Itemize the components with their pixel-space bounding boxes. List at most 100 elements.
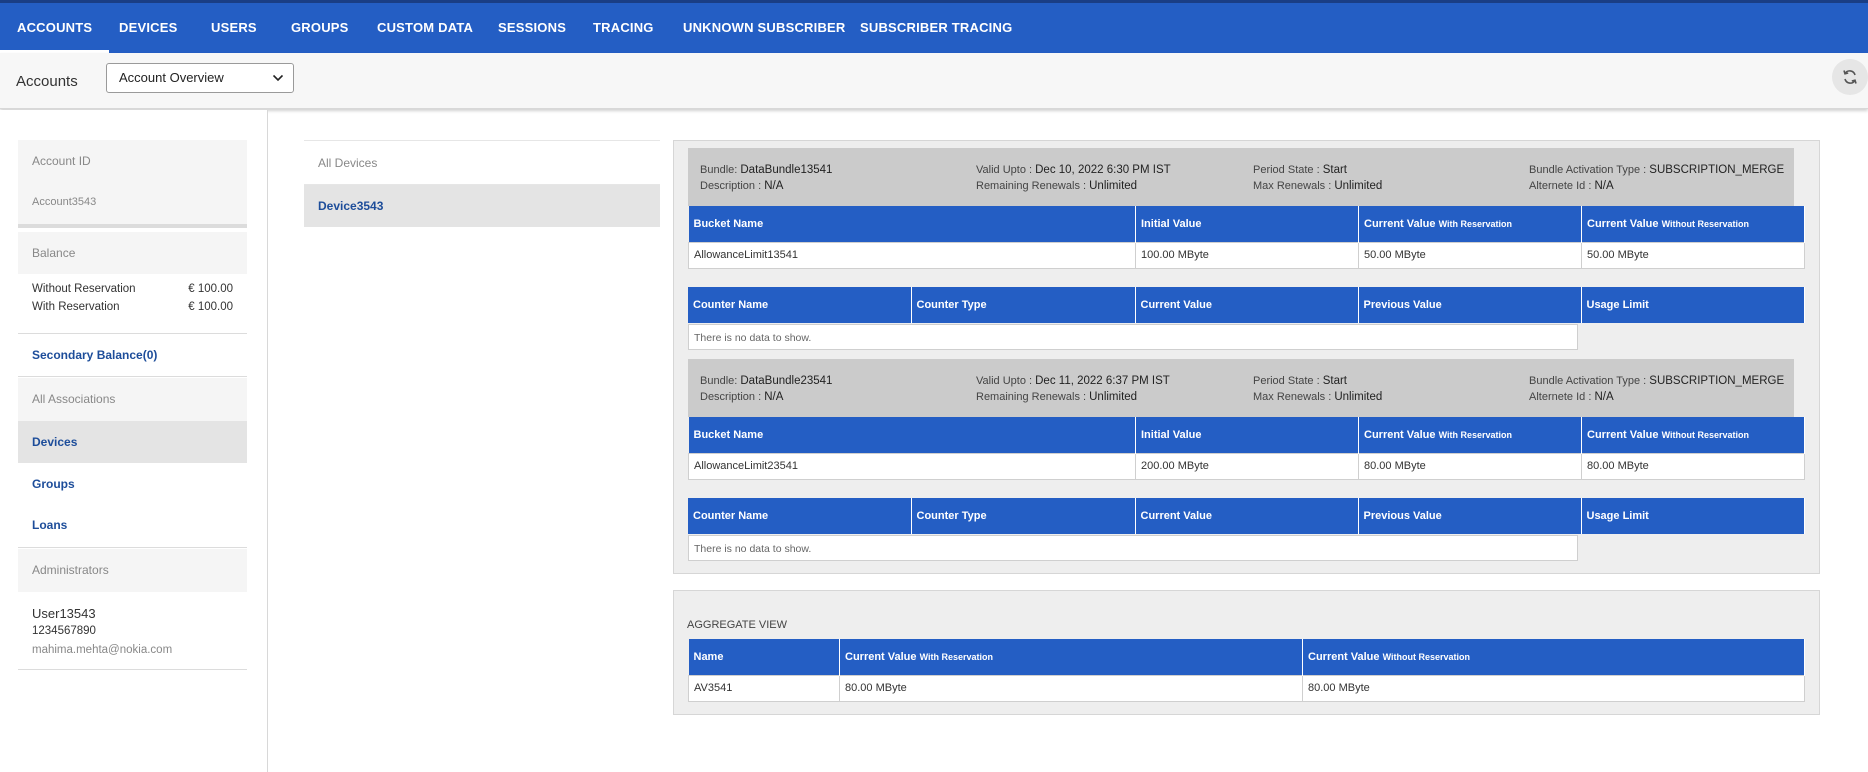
current-with-res: 50.00 MByte xyxy=(1358,241,1582,269)
table-row: AllowanceLimit13541 100.00 MByte 50.00 M… xyxy=(688,241,1805,269)
bundle-label: Bundle: xyxy=(700,164,738,176)
alternate-id-value: N/A xyxy=(1594,180,1614,192)
valid-upto-label: Valid Upto : xyxy=(976,164,1033,176)
initial-value: 100.00 MByte xyxy=(1135,241,1359,269)
bundle-info: Bundle: DataBundle23541 Description : N/A… xyxy=(688,359,1794,417)
initial-value: 200.00 MByte xyxy=(1135,452,1359,480)
tab-devices[interactable]: DEVICES xyxy=(102,3,194,53)
bucket-name: AllowanceLimit13541 xyxy=(688,241,1136,269)
current-without-res-header: Current Value Without Reservation xyxy=(1581,417,1805,453)
tab-custom-data[interactable]: CUSTOM DATA xyxy=(360,3,490,53)
account-id-label: Account ID xyxy=(32,154,91,168)
max-renewals-label: Max Renewals : xyxy=(1253,391,1332,403)
balance-label: Balance xyxy=(18,232,247,274)
tab-sessions[interactable]: SESSIONS xyxy=(481,3,583,53)
bundle-name: DataBundle23541 xyxy=(740,375,833,387)
current-without-res-header: Current Value Without Reservation xyxy=(1581,206,1805,242)
without-reservation-label: Without Reservation xyxy=(32,283,136,295)
counter-current-header: Current Value xyxy=(1135,287,1359,323)
tab-tracing[interactable]: TRACING xyxy=(576,3,671,53)
current-with-res: 80.00 MByte xyxy=(1358,452,1582,480)
tab-accounts[interactable]: ACCOUNTS xyxy=(0,3,110,53)
max-renewals-value: Unlimited xyxy=(1334,180,1383,192)
remaining-renewals-value: Unlimited xyxy=(1089,391,1138,403)
usage-limit-header: Usage Limit xyxy=(1581,287,1805,323)
admin-email: mahima.mehta@nokia.com xyxy=(32,644,173,656)
valid-upto-label: Valid Upto : xyxy=(976,375,1033,387)
counter-current-header: Current Value xyxy=(1135,498,1359,534)
aggregate-name-header: Name xyxy=(688,639,840,675)
initial-value-header: Initial Value xyxy=(1135,417,1359,453)
device-list: All Devices Device3543 xyxy=(304,140,660,227)
aggregate-without-res: 80.00 MByte xyxy=(1302,674,1805,702)
view-select[interactable]: Account Overview xyxy=(106,63,294,93)
current-with-res-header: Current Value With Reservation xyxy=(1358,206,1582,242)
remaining-renewals-label: Remaining Renewals : xyxy=(976,180,1087,192)
breadcrumb: Accounts xyxy=(16,73,78,90)
current-without-res: 50.00 MByte xyxy=(1581,241,1805,269)
description-value: N/A xyxy=(764,180,784,192)
table-row: AllowanceLimit23541 200.00 MByte 80.00 M… xyxy=(688,452,1805,480)
counter-table: Counter Name Counter Type Current Value … xyxy=(688,498,1805,534)
current-with-res-header: Current Value With Reservation xyxy=(1358,417,1582,453)
bucket-table: Bucket Name Initial Value Current Value … xyxy=(688,417,1805,480)
bundle-details: Bundle: DataBundle13541 Description : N/A… xyxy=(673,140,1820,574)
all-devices-header: All Devices xyxy=(304,140,660,185)
activation-type-label: Bundle Activation Type : xyxy=(1529,164,1647,176)
valid-upto-value: Dec 10, 2022 6:30 PM IST xyxy=(1035,164,1171,176)
activation-type-label: Bundle Activation Type : xyxy=(1529,375,1647,387)
device-item[interactable]: Device3543 xyxy=(304,185,660,227)
alternate-id-value: N/A xyxy=(1594,391,1614,403)
account-id-section: Account ID Account3543 xyxy=(18,140,247,228)
tab-subscriber-tracing[interactable]: SUBSCRIBER TRACING xyxy=(843,3,1029,53)
bucket-table-header: Bucket Name Initial Value Current Value … xyxy=(688,206,1805,242)
admin-phone: 1234567890 xyxy=(32,625,96,637)
counter-table-header: Counter Name Counter Type Current Value … xyxy=(688,287,1805,323)
admin-name: User13543 xyxy=(32,606,96,621)
associations-groups[interactable]: Groups xyxy=(18,463,247,505)
max-renewals-value: Unlimited xyxy=(1334,391,1383,403)
tab-unknown-subscriber[interactable]: UNKNOWN SUBSCRIBER xyxy=(666,3,863,53)
aggregate-table: Name Current Value With Reservation Curr… xyxy=(688,639,1805,702)
without-reservation-value: € 100.00 xyxy=(188,283,233,295)
description-label: Description : xyxy=(700,391,762,403)
aggregate-without-res-header: Current Value Without Reservation xyxy=(1302,639,1805,675)
account-id-value: Account3543 xyxy=(32,196,97,208)
counter-previous-header: Previous Value xyxy=(1358,287,1582,323)
alternate-id-label: Alternete Id : xyxy=(1529,391,1592,403)
valid-upto-value: Dec 11, 2022 6:37 PM IST xyxy=(1035,375,1170,387)
counter-name-header: Counter Name xyxy=(688,287,912,323)
table-row: AV3541 80.00 MByte 80.00 MByte xyxy=(688,674,1805,702)
tab-groups[interactable]: GROUPS xyxy=(274,3,366,53)
tab-users[interactable]: USERS xyxy=(194,3,274,53)
bucket-name-header: Bucket Name xyxy=(688,417,1136,453)
associations-devices[interactable]: Devices xyxy=(18,421,247,463)
balance-section: Balance Without Reservation € 100.00 Wit… xyxy=(18,232,247,334)
activation-type-value: SUBSCRIPTION_MERGE xyxy=(1649,375,1785,387)
no-data-message: There is no data to show. xyxy=(688,324,1578,350)
associations-loans[interactable]: Loans xyxy=(18,505,247,548)
refresh-icon xyxy=(1843,70,1857,84)
chevron-down-icon xyxy=(273,74,283,82)
top-nav: ACCOUNTS DEVICES USERS GROUPS CUSTOM DAT… xyxy=(0,0,1868,53)
remaining-renewals-value: Unlimited xyxy=(1089,180,1138,192)
bucket-table: Bucket Name Initial Value Current Value … xyxy=(688,206,1805,269)
bucket-name-header: Bucket Name xyxy=(688,206,1136,242)
secondary-balance-link[interactable]: Secondary Balance(0) xyxy=(18,334,247,377)
period-state-label: Period State : xyxy=(1253,375,1320,387)
current-without-res: 80.00 MByte xyxy=(1581,452,1805,480)
refresh-button[interactable] xyxy=(1832,59,1868,95)
remaining-renewals-label: Remaining Renewals : xyxy=(976,391,1087,403)
no-data-message: There is no data to show. xyxy=(688,535,1578,561)
bucket-table-header: Bucket Name Initial Value Current Value … xyxy=(688,417,1805,453)
period-state-label: Period State : xyxy=(1253,164,1320,176)
aggregate-view: AGGREGATE VIEW Name Current Value With R… xyxy=(673,590,1820,715)
counter-type-header: Counter Type xyxy=(911,287,1136,323)
sub-header: Accounts Account Overview xyxy=(0,53,1868,109)
counter-table-header: Counter Name Counter Type Current Value … xyxy=(688,498,1805,534)
counter-name-header: Counter Name xyxy=(688,498,912,534)
administrator-card: User13543 1234567890 mahima.mehta@nokia.… xyxy=(18,592,247,670)
description-value: N/A xyxy=(764,391,784,403)
bundle-label: Bundle: xyxy=(700,375,738,387)
period-state-value: Start xyxy=(1322,164,1348,176)
